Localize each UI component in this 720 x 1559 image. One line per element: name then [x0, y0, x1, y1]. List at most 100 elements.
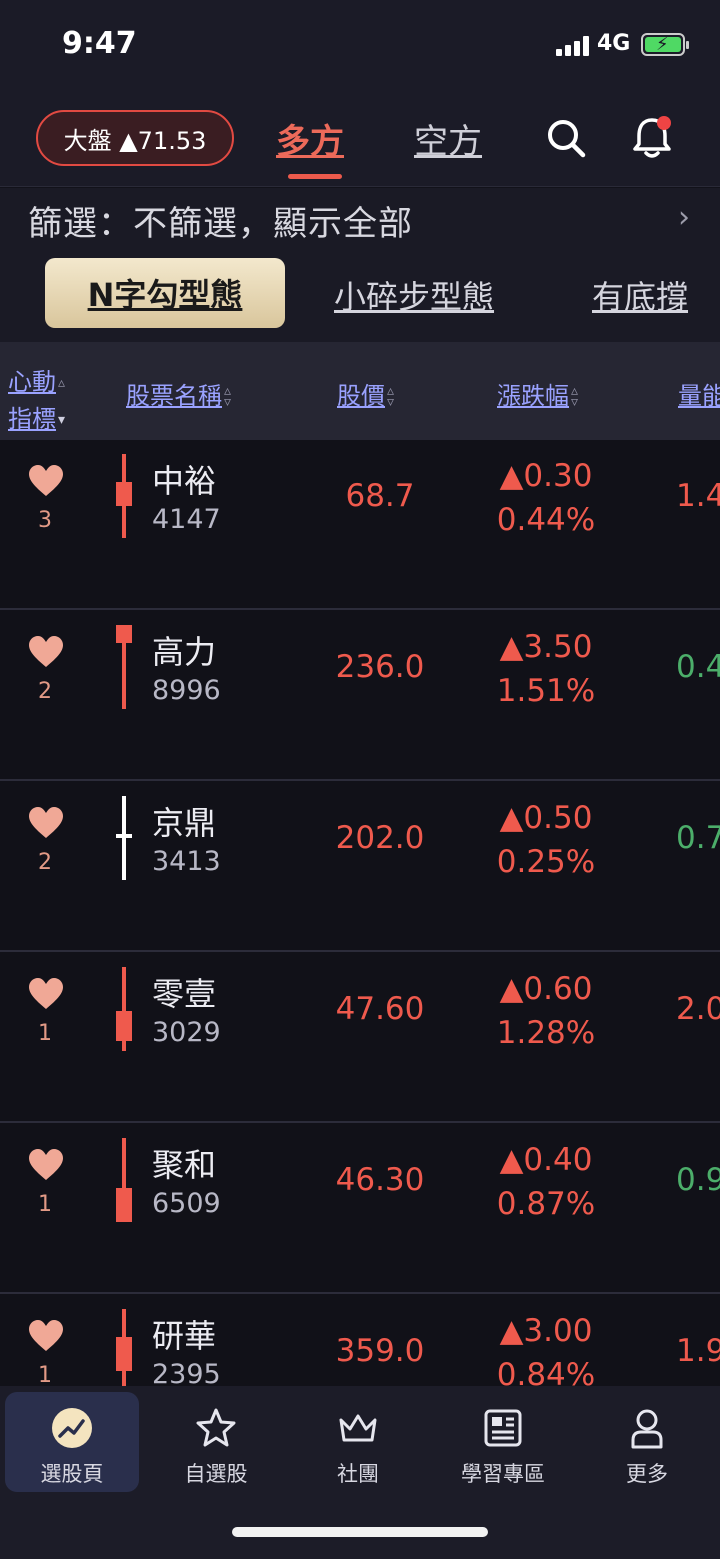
heart-score: 1: [38, 1192, 52, 1217]
stock-price: 46.30: [335, 1162, 425, 1198]
table-row[interactable]: 2 高力 8996 236.0 ▲3.50 1.51% 0.4: [0, 611, 720, 781]
heart-score: 2: [38, 850, 52, 875]
status-time: 9:47: [62, 26, 137, 61]
home-indicator: [232, 1527, 488, 1537]
signal-icon: [556, 36, 590, 56]
table-row[interactable]: 1 聚和 6509 46.30 ▲0.40 0.87% 0.9: [0, 1124, 720, 1294]
stock-price: 236.0: [335, 649, 425, 685]
stock-name: 零壹: [152, 975, 217, 1013]
stock-volume: 1.9: [676, 1333, 720, 1369]
stock-price: 47.60: [335, 991, 425, 1027]
battery-icon: ⚡: [641, 33, 689, 56]
nav-stock-picker[interactable]: 選股頁: [5, 1392, 139, 1492]
stock-change-pct: 0.84%: [496, 1357, 596, 1386]
search-icon: [548, 120, 586, 158]
notification-button[interactable]: [630, 114, 674, 160]
person-icon: [631, 1409, 663, 1449]
stock-price: 202.0: [335, 820, 425, 856]
crown-icon: [339, 1414, 377, 1442]
stock-change: ▲0.60: [499, 971, 593, 1007]
market-index-badge[interactable]: 大盤 ▲71.53: [36, 110, 234, 166]
nav-label: 選股頁: [40, 1462, 104, 1486]
search-button[interactable]: [544, 116, 588, 160]
heart-icon: [29, 636, 63, 667]
stock-change-pct: 0.44%: [496, 502, 596, 538]
stock-name: 高力: [152, 633, 217, 671]
stock-volume: 1.4: [676, 478, 720, 514]
news-icon: [484, 1409, 522, 1447]
stock-name: 研華: [152, 1317, 217, 1355]
top-header: 大盤 ▲71.53 多方 空方: [0, 90, 720, 187]
candlestick-icon: [116, 967, 132, 1051]
stock-volume: 0.7: [676, 820, 720, 856]
filter-row[interactable]: 篩選：不篩選，顯示全部 ›: [0, 188, 720, 252]
nav-community[interactable]: 社團: [291, 1392, 425, 1492]
heart-score: 3: [38, 508, 52, 533]
pattern-tabs: N字勾型態 小碎步型態 有底撐: [0, 252, 720, 342]
tab-bear[interactable]: 空方: [414, 114, 482, 163]
heart-icon: [29, 465, 63, 496]
heart-score: 1: [38, 1363, 52, 1386]
candlestick-icon: [116, 1309, 132, 1386]
stock-name: 中裕: [152, 462, 217, 500]
heart-score: 2: [38, 679, 52, 704]
stock-name: 京鼎: [152, 804, 217, 842]
heart-icon: [29, 1149, 63, 1180]
tab-active-indicator: [288, 174, 342, 179]
nav-learning[interactable]: 學習專區: [436, 1392, 570, 1492]
col-heart-index[interactable]: 心動 ▵ 指標 ▾: [8, 362, 65, 434]
candlestick-icon: [116, 796, 132, 880]
candlestick-icon: [116, 454, 132, 538]
col-stock-name[interactable]: 股票名稱 ▵ ▿: [126, 376, 231, 411]
heart-icon: [29, 978, 63, 1009]
nav-watchlist[interactable]: 自選股: [149, 1392, 283, 1492]
stock-picker-icon: [52, 1408, 92, 1448]
stock-change-pct: 0.25%: [496, 844, 596, 880]
stock-change-pct: 1.51%: [496, 673, 596, 709]
tab-bull[interactable]: 多方: [276, 114, 344, 163]
stock-change-pct: 0.87%: [496, 1186, 596, 1222]
col-volume[interactable]: 量能: [678, 376, 720, 411]
nav-label: 自選股: [184, 1462, 248, 1486]
stock-change: ▲3.00: [499, 1313, 593, 1349]
candlestick-icon: [116, 1138, 132, 1222]
pattern-tab-bottom-support[interactable]: 有底撐: [592, 272, 688, 318]
stock-code: 4147: [152, 504, 221, 535]
table-header: 心動 ▵ 指標 ▾ 股票名稱 ▵ ▿ 股價 ▵ ▿ 漲跌幅 ▵ ▿ 量能: [0, 342, 720, 440]
star-icon: [196, 1408, 236, 1447]
candlestick-icon: [116, 625, 132, 709]
table-row[interactable]: 1 零壹 3029 47.60 ▲0.60 1.28% 2.0: [0, 953, 720, 1123]
chevron-right-icon: ›: [678, 200, 690, 235]
stock-code: 2395: [152, 1359, 221, 1386]
stock-change: ▲0.50: [499, 800, 593, 836]
stock-volume: 2.0: [676, 991, 720, 1027]
bell-icon: [633, 116, 671, 158]
nav-label: 學習專區: [461, 1462, 545, 1486]
stock-code: 6509: [152, 1188, 221, 1219]
stock-price: 359.0: [335, 1333, 425, 1369]
heart-score: 1: [38, 1021, 52, 1046]
table-row[interactable]: 2 京鼎 3413 202.0 ▲0.50 0.25% 0.7: [0, 782, 720, 952]
stock-name: 聚和: [152, 1146, 217, 1184]
pattern-tab-small-steps[interactable]: 小碎步型態: [334, 272, 494, 318]
table-row[interactable]: 1 研華 2395 359.0 ▲3.00 0.84% 1.9: [0, 1295, 720, 1386]
nav-more[interactable]: 更多: [580, 1392, 714, 1492]
nav-label: 社團: [337, 1462, 379, 1486]
heart-icon: [29, 1320, 63, 1351]
table-row[interactable]: 3 中裕 4147 68.7 ▲0.30 0.44% 1.4: [0, 440, 720, 610]
stock-code: 3029: [152, 1017, 221, 1048]
pattern-tab-n-hook[interactable]: N字勾型態: [45, 258, 285, 328]
stock-change: ▲3.50: [499, 629, 593, 665]
stock-change-pct: 1.28%: [496, 1015, 596, 1051]
col-price[interactable]: 股價 ▵ ▿: [337, 376, 394, 411]
stock-list: 3 中裕 4147 68.7 ▲0.30 0.44% 1.4 2 高力 8996…: [0, 440, 720, 1386]
stock-change: ▲0.40: [499, 1142, 593, 1178]
stock-code: 8996: [152, 675, 221, 706]
filter-label: 篩選：不篩選，顯示全部: [28, 204, 413, 244]
col-change[interactable]: 漲跌幅 ▵ ▿: [497, 376, 578, 411]
nav-label: 更多: [626, 1462, 668, 1486]
heart-icon: [29, 807, 63, 838]
stock-volume: 0.4: [676, 649, 720, 685]
stock-price: 68.7: [345, 478, 415, 514]
stock-volume: 0.9: [676, 1162, 720, 1198]
